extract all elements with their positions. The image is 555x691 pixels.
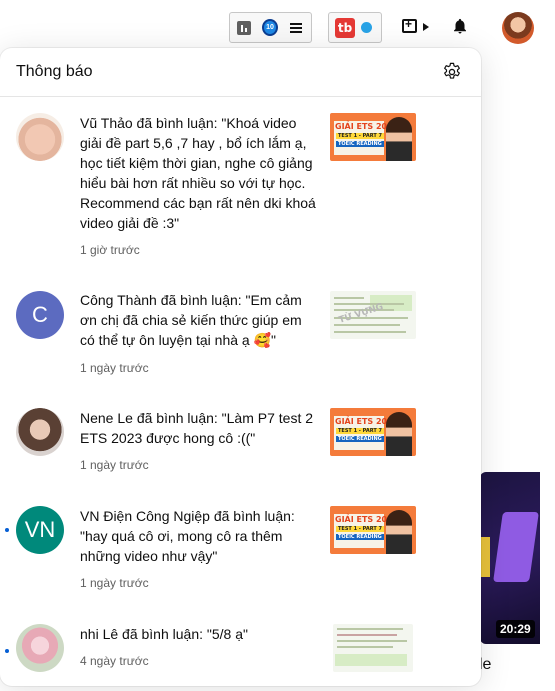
commenter-avatar: C	[16, 291, 64, 339]
thumbnail-subtitle: TEST 1 - PART 7	[336, 133, 384, 139]
status-dot-icon	[361, 22, 372, 33]
notification-item[interactable]: VN VN Điện Công Ngiệp đã bình luận: "hay…	[0, 486, 481, 604]
notification-item[interactable]: C Công Thành đã bình luận: "Em cảm ơn ch…	[0, 274, 481, 388]
panel-header: Thông báo	[0, 48, 481, 97]
thumbnail-decoration	[480, 537, 490, 577]
notification-item[interactable]: nhi Lê đã bình luận: "5/8 ạ" 4 ngày trướ…	[0, 604, 481, 686]
notification-item[interactable]: Nene Le đã bình luận: "Làm P7 test 2 ETS…	[0, 388, 481, 486]
commenter-avatar	[16, 113, 64, 161]
video-thumbnail[interactable]: TỪ VỰNG	[330, 291, 416, 339]
notification-text: nhi Lê đã bình luận: "5/8 ạ"	[80, 626, 248, 642]
notifications-panel: Thông báo Vũ Thảo đã bình luận: "Khoá vi…	[0, 48, 481, 686]
account-avatar[interactable]	[502, 12, 534, 44]
extension-toolbar[interactable]: 10	[229, 12, 312, 43]
commenter-avatar: VN	[16, 506, 64, 554]
notification-time: 1 ngày trước	[80, 576, 149, 590]
thumbnail-flask-illustration	[493, 512, 539, 582]
notification-text: Vũ Thảo đã bình luận: "Khoá video giải đ…	[80, 115, 316, 231]
thumbnail-presenter-image	[386, 117, 412, 161]
video-thumbnail[interactable]: GIẢI ETS 2023 TEST 1 - PART 7 TOEIC READ…	[330, 408, 416, 456]
notification-text: Công Thành đã bình luận: "Em cảm ơn chị …	[80, 292, 302, 348]
unread-indicator	[5, 528, 9, 532]
video-duration-badge: 20:29	[496, 620, 535, 638]
thumbnail-presenter-image	[386, 510, 412, 554]
create-video-icon[interactable]	[402, 17, 417, 33]
panel-title: Thông báo	[16, 63, 93, 80]
bell-icon[interactable]	[451, 17, 469, 35]
notification-item[interactable]: Vũ Thảo đã bình luận: "Khoá video giải đ…	[0, 98, 481, 274]
notification-time: 1 giờ trước	[80, 243, 140, 257]
thumbnail-subtitle: TEST 1 - PART 7	[336, 526, 384, 532]
thumbnail-subtitle: TOEIC READING	[336, 436, 384, 442]
gear-icon[interactable]	[441, 61, 463, 83]
extension-logo-icon[interactable]: 10	[262, 19, 278, 36]
notification-time: 1 ngày trước	[80, 361, 149, 375]
thumbnail-subtitle: TOEIC READING	[336, 141, 384, 147]
commenter-avatar	[16, 624, 64, 672]
notification-text: VN Điện Công Ngiệp đã bình luận: "hay qu…	[80, 508, 295, 564]
unread-indicator	[5, 649, 9, 653]
top-bar: 10 tb	[0, 0, 555, 52]
notification-time: 1 ngày trước	[80, 458, 149, 472]
video-thumbnail[interactable]: GIẢI ETS 2023 TEST 1 - PART 7 TOEIC READ…	[330, 113, 416, 161]
thumbnail-subtitle: TOEIC READING	[336, 534, 384, 540]
tubebuddy-icon[interactable]: tb	[335, 17, 355, 38]
background-video-thumbnail[interactable]	[480, 472, 540, 644]
commenter-avatar	[16, 408, 64, 456]
thumbnail-presenter-image	[386, 412, 412, 456]
stats-icon[interactable]	[236, 20, 252, 36]
menu-icon[interactable]	[288, 20, 304, 36]
notification-time: 4 ngày trước	[80, 654, 149, 668]
thumbnail-subtitle: TEST 1 - PART 7	[336, 428, 384, 434]
notification-text: Nene Le đã bình luận: "Làm P7 test 2 ETS…	[80, 410, 314, 446]
thumbnail-watermark: TỪ VỰNG	[337, 302, 385, 326]
video-thumbnail[interactable]: GIẢI ETS 2023 TEST 1 - PART 7 TOEIC READ…	[330, 506, 416, 554]
tubebuddy-toolbar[interactable]: tb	[328, 12, 382, 43]
video-thumbnail[interactable]	[333, 624, 413, 672]
